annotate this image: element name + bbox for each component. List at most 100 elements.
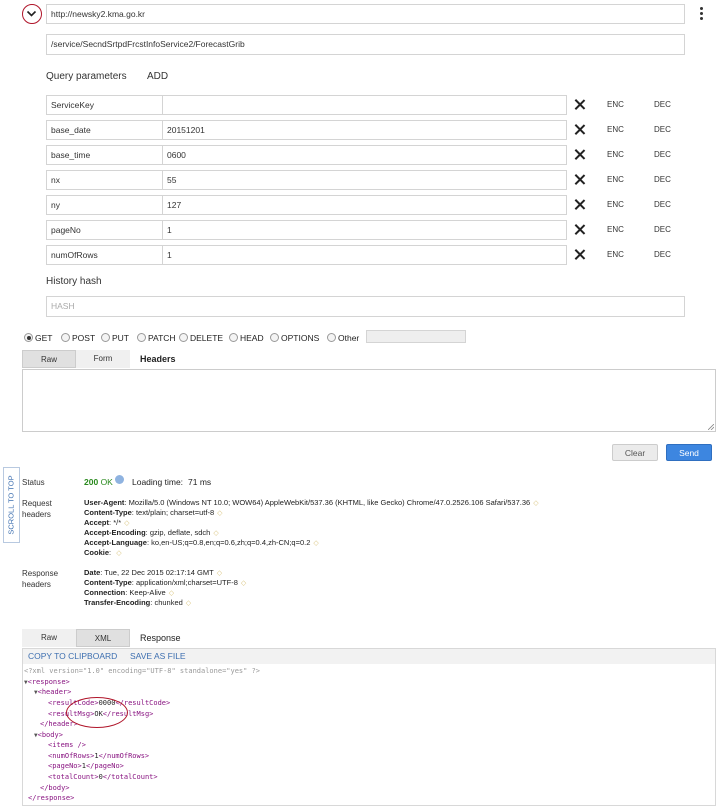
- xml-items: <items />: [48, 741, 86, 749]
- xml-body-close: </body>: [40, 784, 70, 792]
- method-radio-post[interactable]: [61, 333, 70, 342]
- header-info-icon[interactable]: ◇: [124, 520, 129, 527]
- decode-param-button[interactable]: DEC: [654, 250, 671, 259]
- remove-param-icon[interactable]: [574, 148, 586, 160]
- method-label-delete[interactable]: DELETE: [190, 333, 223, 343]
- header-name: User-Agent: [84, 498, 125, 507]
- host-url-input[interactable]: http://newsky2.kma.go.kr: [46, 4, 685, 24]
- history-hash-input[interactable]: HASH: [46, 296, 685, 317]
- header-name: Connection: [84, 588, 126, 597]
- headers-textarea[interactable]: [22, 369, 716, 432]
- param-key-input[interactable]: ny: [46, 195, 163, 215]
- param-value-input[interactable]: 0600: [162, 145, 567, 165]
- status-info-icon[interactable]: [115, 475, 124, 484]
- remove-param-icon[interactable]: [574, 198, 586, 210]
- decode-param-button[interactable]: DEC: [654, 150, 671, 159]
- method-label-patch[interactable]: PATCH: [148, 333, 176, 343]
- encode-param-button[interactable]: ENC: [607, 200, 624, 209]
- header-value: chunked: [154, 598, 183, 607]
- add-parameter-button[interactable]: ADD: [147, 71, 168, 82]
- method-radio-put[interactable]: [101, 333, 110, 342]
- header-info-icon[interactable]: ◇: [313, 540, 318, 547]
- param-value-input[interactable]: 55: [162, 170, 567, 190]
- encode-param-button[interactable]: ENC: [607, 100, 624, 109]
- xml-header-open[interactable]: ▼<header>: [34, 687, 71, 699]
- header-info-icon[interactable]: ◇: [217, 510, 222, 517]
- param-value-input[interactable]: 1: [162, 245, 567, 265]
- response-toolbar: [23, 649, 715, 664]
- header-info-icon[interactable]: ◇: [217, 570, 222, 577]
- decode-param-button[interactable]: DEC: [654, 200, 671, 209]
- history-hash-title: History hash: [46, 276, 102, 287]
- param-key-input[interactable]: base_date: [46, 120, 163, 140]
- param-value-input[interactable]: 127: [162, 195, 567, 215]
- headers-tab-label[interactable]: Headers: [140, 354, 176, 364]
- scroll-to-top-button[interactable]: SCROLL TO TOP: [3, 467, 20, 543]
- header-value: */*: [113, 518, 122, 527]
- remove-param-icon[interactable]: [574, 173, 586, 185]
- header-info-icon[interactable]: ◇: [169, 590, 174, 597]
- remove-param-icon[interactable]: [574, 248, 586, 260]
- clear-button[interactable]: Clear: [612, 444, 658, 461]
- param-key-input[interactable]: nx: [46, 170, 163, 190]
- param-key-input[interactable]: numOfRows: [46, 245, 163, 265]
- header-name: Accept-Encoding: [84, 528, 146, 537]
- param-key-input[interactable]: pageNo: [46, 220, 163, 240]
- encode-param-button[interactable]: ENC: [607, 175, 624, 184]
- header-info-icon[interactable]: ◇: [186, 600, 191, 607]
- header-info-icon[interactable]: ◇: [533, 500, 538, 507]
- encode-param-button[interactable]: ENC: [607, 125, 624, 134]
- method-label-get[interactable]: GET: [35, 333, 52, 343]
- param-key-input[interactable]: ServiceKey: [46, 95, 163, 115]
- remove-param-icon[interactable]: [574, 223, 586, 235]
- method-radio-get[interactable]: [24, 333, 33, 342]
- param-value-input[interactable]: [162, 95, 567, 115]
- method-radio-delete[interactable]: [179, 333, 188, 342]
- header-value: text/plain; charset=utf-8: [135, 508, 215, 517]
- more-options-icon[interactable]: [699, 7, 705, 21]
- method-radio-other[interactable]: [327, 333, 336, 342]
- header-info-icon[interactable]: ◇: [241, 580, 246, 587]
- remove-param-icon[interactable]: [574, 123, 586, 135]
- decode-param-button[interactable]: DEC: [654, 175, 671, 184]
- xml-declaration: <?xml version="1.0" encoding="UTF-8" sta…: [24, 667, 261, 675]
- method-radio-options[interactable]: [270, 333, 279, 342]
- send-button[interactable]: Send: [666, 444, 712, 461]
- status-code: 200 OK: [84, 477, 113, 487]
- param-value-input[interactable]: 1: [162, 220, 567, 240]
- encode-param-button[interactable]: ENC: [607, 225, 624, 234]
- status-label: Status: [22, 478, 45, 487]
- header-info-icon[interactable]: ◇: [116, 550, 121, 557]
- method-radio-head[interactable]: [229, 333, 238, 342]
- param-value-input[interactable]: 20151201: [162, 120, 567, 140]
- request-headers-label: Request headers: [22, 498, 52, 520]
- query-parameters-title: Query parameters: [46, 71, 127, 82]
- tab-xml-response[interactable]: XML: [76, 629, 130, 647]
- header-info-icon[interactable]: ◇: [213, 530, 218, 537]
- method-label-post[interactable]: POST: [72, 333, 95, 343]
- response-tab-label: Response: [140, 633, 181, 643]
- decode-param-button[interactable]: DEC: [654, 125, 671, 134]
- method-label-head[interactable]: HEAD: [240, 333, 264, 343]
- tab-raw-body[interactable]: Raw: [22, 350, 76, 368]
- method-radio-patch[interactable]: [137, 333, 146, 342]
- path-input[interactable]: /service/SecndSrtpdFrcstInfoService2/For…: [46, 34, 685, 55]
- header-name: Accept: [84, 518, 110, 527]
- encode-param-button[interactable]: ENC: [607, 150, 624, 159]
- copy-to-clipboard-button[interactable]: COPY TO CLIPBOARD: [28, 651, 117, 661]
- header-name: Transfer-Encoding: [84, 598, 151, 607]
- save-as-file-button[interactable]: SAVE AS FILE: [130, 651, 186, 661]
- decode-param-button[interactable]: DEC: [654, 100, 671, 109]
- encode-param-button[interactable]: ENC: [607, 250, 624, 259]
- method-label-other[interactable]: Other: [338, 333, 359, 343]
- annotation-ellipse: [66, 697, 128, 728]
- method-label-put[interactable]: PUT: [112, 333, 129, 343]
- collapse-toggle-icon[interactable]: [22, 4, 42, 24]
- tab-form-body[interactable]: Form: [76, 350, 130, 368]
- param-key-input[interactable]: base_time: [46, 145, 163, 165]
- method-label-options[interactable]: OPTIONS: [281, 333, 319, 343]
- tab-raw-response[interactable]: Raw: [22, 629, 76, 647]
- decode-param-button[interactable]: DEC: [654, 225, 671, 234]
- remove-param-icon[interactable]: [574, 98, 586, 110]
- other-method-input[interactable]: [366, 330, 466, 343]
